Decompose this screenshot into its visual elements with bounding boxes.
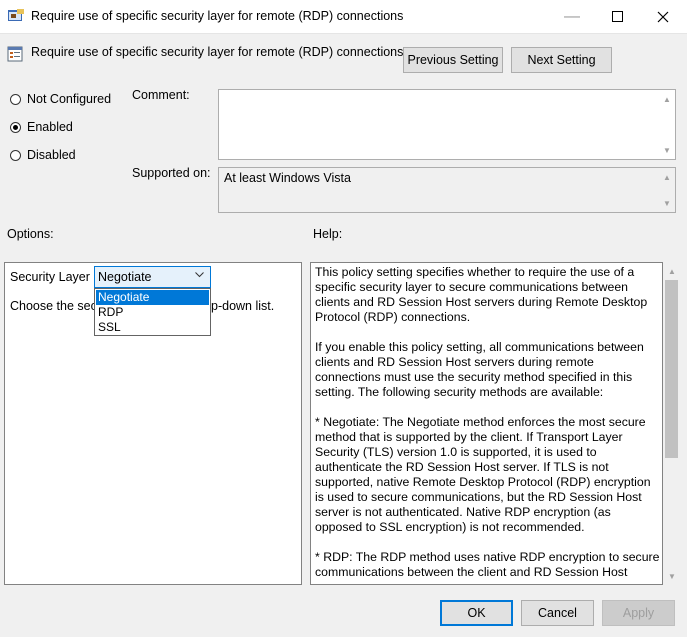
scroll-up-icon[interactable]: ▲ [664, 264, 680, 278]
choose-description-end: p-down list. [211, 299, 275, 313]
dropdown-option-ssl[interactable]: SSL [96, 320, 209, 335]
help-paragraph: * RDP: The RDP method uses native RDP en… [315, 550, 660, 584]
help-paragraph: * Negotiate: The Negotiate method enforc… [315, 415, 651, 534]
security-layer-value: Negotiate [98, 270, 152, 284]
comment-label: Comment: [132, 88, 190, 102]
cancel-button[interactable]: Cancel [521, 600, 594, 626]
scroll-down-icon[interactable]: ▼ [659, 143, 675, 157]
radio-not-configured[interactable]: Not Configured [10, 92, 111, 106]
radio-button[interactable] [10, 121, 21, 133]
setting-title: Require use of specific security layer f… [31, 45, 404, 59]
close-icon[interactable] [640, 0, 686, 33]
help-label: Help: [313, 227, 343, 241]
window-title: Require use of specific security layer f… [31, 9, 404, 23]
radio-label: Disabled [27, 148, 76, 162]
chevron-down-icon[interactable] [195, 270, 204, 281]
dropdown-option-negotiate[interactable]: Negotiate [96, 290, 209, 305]
radio-label: Not Configured [27, 92, 112, 106]
help-paragraph: If you enable this policy setting, all c… [315, 340, 644, 399]
apply-button[interactable]: Apply [602, 600, 675, 626]
dropdown-option-rdp[interactable]: RDP [96, 305, 209, 320]
help-text: This policy setting specifies whether to… [315, 265, 660, 584]
help-scroll-thumb[interactable] [665, 280, 678, 458]
comment-field[interactable]: ▲ ▼ [218, 89, 676, 160]
security-layer-dropdown: Negotiate RDP SSL [94, 288, 211, 336]
options-label: Options: [7, 227, 54, 241]
scroll-up-icon[interactable]: ▲ [659, 170, 675, 184]
radio-button[interactable] [10, 93, 21, 105]
supported-scrollbar[interactable]: ▲ ▼ [659, 168, 675, 212]
security-layer-label: Security Layer [10, 270, 90, 284]
help-pane: This policy setting specifies whether to… [310, 262, 663, 585]
scroll-up-icon[interactable]: ▲ [659, 92, 675, 106]
help-paragraph: This policy setting specifies whether to… [315, 265, 648, 324]
maximize-icon[interactable] [594, 0, 640, 33]
choose-description-start: Choose the secu [10, 299, 104, 313]
comment-scrollbar[interactable]: ▲ ▼ [659, 90, 675, 159]
supported-on-label: Supported on: [132, 166, 211, 180]
radio-enabled[interactable]: Enabled [10, 120, 73, 134]
next-setting-button[interactable]: Next Setting [511, 47, 612, 73]
minimize-icon[interactable]: — [549, 0, 595, 33]
scroll-down-icon[interactable]: ▼ [659, 196, 675, 210]
ok-button[interactable]: OK [440, 600, 513, 626]
policy-icon [8, 9, 24, 23]
radio-disabled[interactable]: Disabled [10, 148, 76, 162]
supported-on-value: At least Windows Vista [224, 171, 351, 185]
scroll-down-icon[interactable]: ▼ [664, 569, 680, 583]
radio-button[interactable] [10, 149, 21, 161]
radio-label: Enabled [27, 120, 73, 134]
setting-icon [7, 46, 23, 62]
previous-setting-button[interactable]: Previous Setting [403, 47, 503, 73]
